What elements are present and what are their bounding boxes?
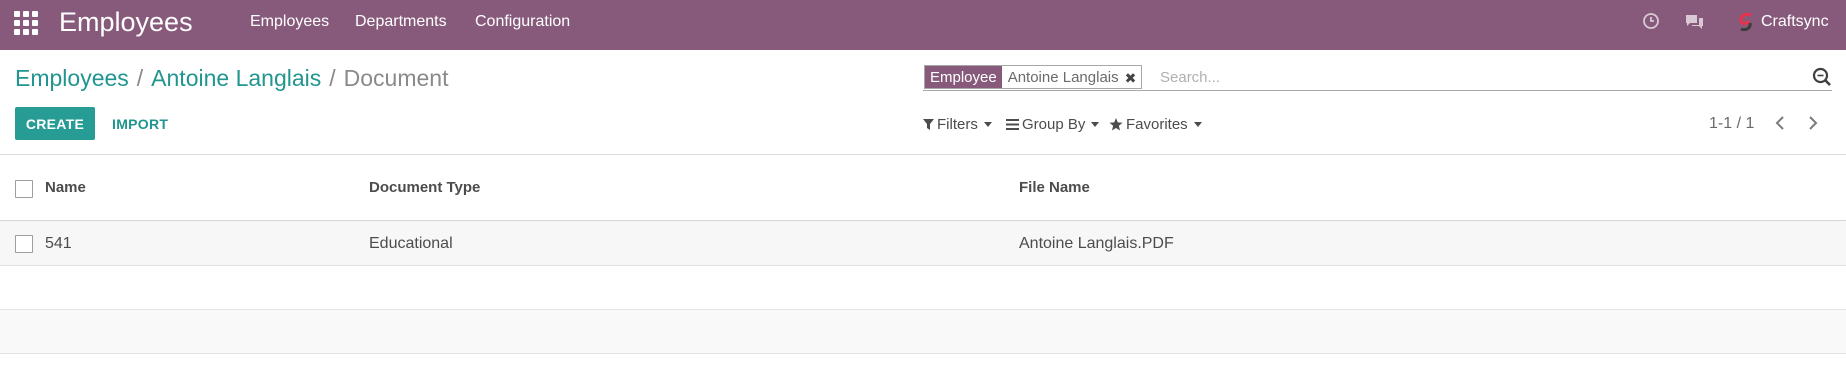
chat-icon[interactable] bbox=[1684, 13, 1705, 34]
chevron-down-icon bbox=[983, 122, 992, 127]
import-button[interactable]: IMPORT bbox=[112, 116, 168, 132]
filters-label: Filters bbox=[937, 116, 978, 133]
top-navbar: Employees Employees Departments Configur… bbox=[0, 0, 1846, 50]
company-logo-icon bbox=[1737, 12, 1755, 36]
facet-remove-icon[interactable]: ✖ bbox=[1125, 66, 1142, 88]
group-by-dropdown[interactable]: Group By bbox=[1006, 116, 1100, 133]
table-row[interactable]: 541 Educational Antoine Langlais.PDF bbox=[0, 222, 1846, 266]
empty-row bbox=[0, 310, 1846, 354]
pager-previous-icon[interactable] bbox=[1774, 113, 1786, 137]
app-title: Employees bbox=[59, 7, 193, 37]
column-header-name[interactable]: Name bbox=[45, 179, 86, 196]
search-facet: Employee Antoine Langlais ✖ bbox=[924, 65, 1143, 89]
favorites-label: Favorites bbox=[1126, 116, 1188, 133]
empty-row bbox=[0, 266, 1846, 310]
star-icon bbox=[1109, 118, 1123, 131]
chevron-down-icon bbox=[1193, 122, 1202, 127]
menu-item-departments[interactable]: Departments bbox=[355, 13, 447, 31]
breadcrumb-separator: / bbox=[329, 65, 336, 91]
menu-item-configuration[interactable]: Configuration bbox=[475, 13, 570, 31]
column-header-document-type[interactable]: Document Type bbox=[369, 179, 480, 196]
filter-icon bbox=[923, 118, 934, 130]
select-all-checkbox[interactable] bbox=[15, 180, 33, 198]
cell-document-type: Educational bbox=[369, 235, 453, 252]
cell-name: 541 bbox=[45, 235, 72, 252]
clock-icon[interactable] bbox=[1642, 12, 1660, 34]
search-input[interactable] bbox=[1160, 66, 1760, 88]
breadcrumb-current: Document bbox=[343, 65, 449, 91]
apps-grid-icon[interactable] bbox=[14, 11, 38, 35]
row-checkbox[interactable] bbox=[15, 235, 33, 253]
breadcrumb-employee-record[interactable]: Antoine Langlais bbox=[151, 65, 321, 91]
menu-item-employees[interactable]: Employees bbox=[250, 13, 329, 31]
filters-dropdown[interactable]: Filters bbox=[923, 116, 992, 133]
create-button[interactable]: CREATE bbox=[15, 107, 95, 140]
pager-value[interactable]: 1-1 / 1 bbox=[1709, 115, 1754, 133]
favorites-dropdown[interactable]: Favorites bbox=[1109, 116, 1202, 133]
column-header-file-name[interactable]: File Name bbox=[1019, 179, 1090, 196]
list-icon bbox=[1006, 119, 1019, 130]
search-bar: Employee Antoine Langlais ✖ bbox=[923, 64, 1832, 91]
search-icon[interactable] bbox=[1812, 67, 1832, 91]
pager-next-icon[interactable] bbox=[1807, 113, 1819, 137]
group-by-label: Group By bbox=[1022, 116, 1086, 133]
table-header: Name Document Type File Name bbox=[0, 155, 1846, 221]
breadcrumb-separator: / bbox=[136, 65, 144, 91]
breadcrumb: Employees / Antoine Langlais / Document bbox=[15, 65, 448, 92]
breadcrumb-employees[interactable]: Employees bbox=[15, 65, 129, 91]
facet-value: Antoine Langlais bbox=[1007, 69, 1119, 86]
cell-file-name: Antoine Langlais.PDF bbox=[1019, 235, 1174, 252]
company-name[interactable]: Craftsync bbox=[1761, 13, 1829, 31]
chevron-down-icon bbox=[1091, 122, 1100, 127]
facet-label: Employee bbox=[925, 66, 1002, 88]
